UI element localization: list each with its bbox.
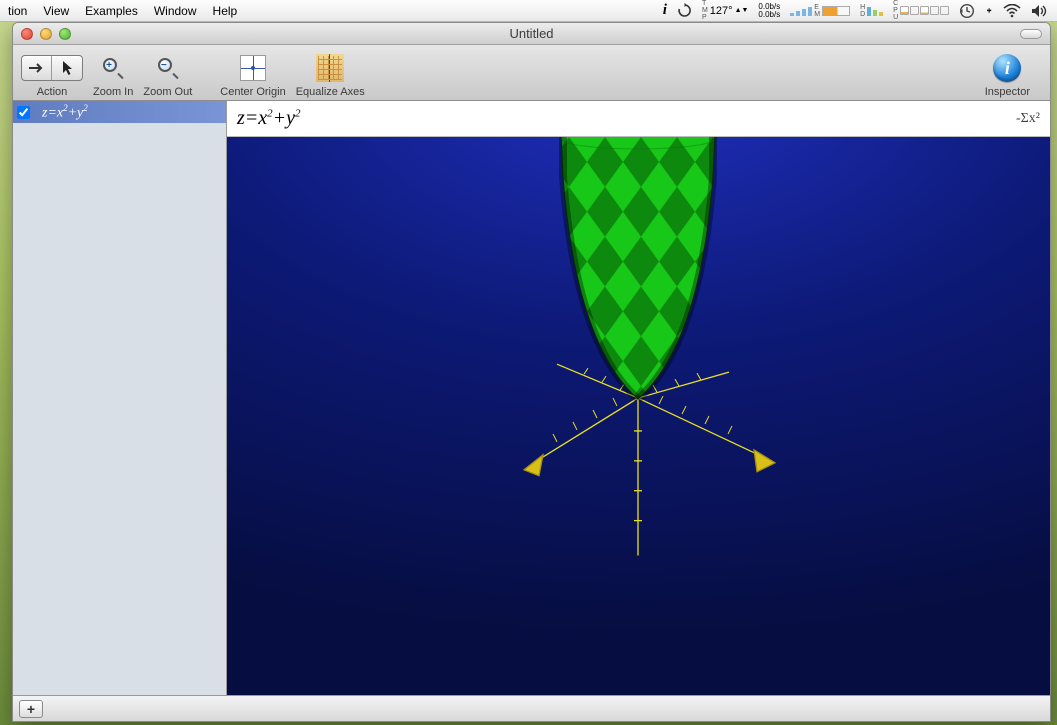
menu-item-view[interactable]: View — [43, 4, 69, 18]
memory-indicator: E M — [790, 4, 850, 18]
menubar-tray: i TMP 127° ▲▼ 0.0b/s 0.0b/s E M HD CPU — [663, 0, 1049, 21]
inspector-icon: i — [993, 54, 1021, 82]
hand-tool-icon[interactable] — [22, 56, 52, 80]
plot-canvas[interactable] — [227, 137, 1050, 695]
bottom-bar: + — [13, 695, 1050, 721]
sigma-button[interactable]: -Σx² — [1016, 111, 1040, 127]
bluetooth-icon[interactable]: ᛭ — [985, 3, 993, 18]
menu-item-truncated[interactable]: tion — [8, 4, 27, 18]
time-machine-icon[interactable] — [959, 3, 975, 19]
menu-item-examples[interactable]: Examples — [85, 4, 138, 18]
close-button[interactable] — [21, 28, 33, 40]
network-indicator: 0.0b/s 0.0b/s — [758, 3, 780, 19]
minimize-button[interactable] — [40, 28, 52, 40]
main-area: z=x2+y2 -Σx² — [227, 101, 1050, 695]
cpu-indicator: CPU — [893, 0, 949, 21]
equation-sidebar: z=x2+y2 — [13, 101, 227, 695]
disk-indicator: HD — [860, 4, 883, 18]
temperature-indicator: TMP 127° ▲▼ — [702, 0, 748, 21]
inspector-tool[interactable]: i Inspector — [985, 51, 1030, 98]
window-controls — [21, 28, 71, 40]
content-area: z=x2+y2 z=x2+y2 -Σx² — [13, 101, 1050, 695]
titlebar[interactable]: Untitled — [13, 23, 1050, 45]
info-icon[interactable]: i — [663, 2, 667, 19]
wifi-icon[interactable] — [1003, 4, 1021, 18]
toolbar: Action + Zoom In − Zoom Out Center Origi… — [13, 45, 1050, 101]
zoom-in-tool[interactable]: + Zoom In — [93, 51, 133, 98]
equation-visibility-checkbox[interactable] — [17, 106, 30, 119]
zoom-out-tool[interactable]: − Zoom Out — [143, 51, 192, 98]
arrow-tool-icon[interactable] — [52, 56, 82, 80]
system-menubar: tion View Examples Window Help i TMP 127… — [0, 0, 1057, 22]
refresh-icon[interactable] — [677, 3, 692, 18]
zoom-out-icon: − — [157, 57, 179, 79]
menu-item-help[interactable]: Help — [213, 4, 238, 18]
center-origin-icon — [240, 55, 266, 81]
equalize-axes-icon — [316, 54, 344, 82]
menu-item-window[interactable]: Window — [154, 4, 197, 18]
action-tool[interactable]: Action — [21, 51, 83, 98]
equalize-axes-tool[interactable]: Equalize Axes — [296, 51, 365, 98]
formula-bar[interactable]: z=x2+y2 -Σx² — [227, 101, 1050, 137]
zoom-button[interactable] — [59, 28, 71, 40]
zoom-in-icon: + — [102, 57, 124, 79]
window-title: Untitled — [13, 26, 1050, 41]
volume-icon[interactable] — [1031, 4, 1049, 18]
toolbar-toggle-button[interactable] — [1020, 29, 1042, 39]
app-menu-list: tion View Examples Window Help — [8, 4, 237, 18]
equation-text: z=x2+y2 — [42, 103, 88, 122]
add-equation-button[interactable]: + — [19, 700, 43, 718]
center-origin-tool[interactable]: Center Origin — [220, 51, 285, 98]
formula-text: z=x2+y2 — [237, 107, 301, 130]
equation-list-item[interactable]: z=x2+y2 — [13, 101, 226, 123]
app-window: Untitled Action + Zoom In − Zoom Out Cen… — [12, 22, 1051, 722]
